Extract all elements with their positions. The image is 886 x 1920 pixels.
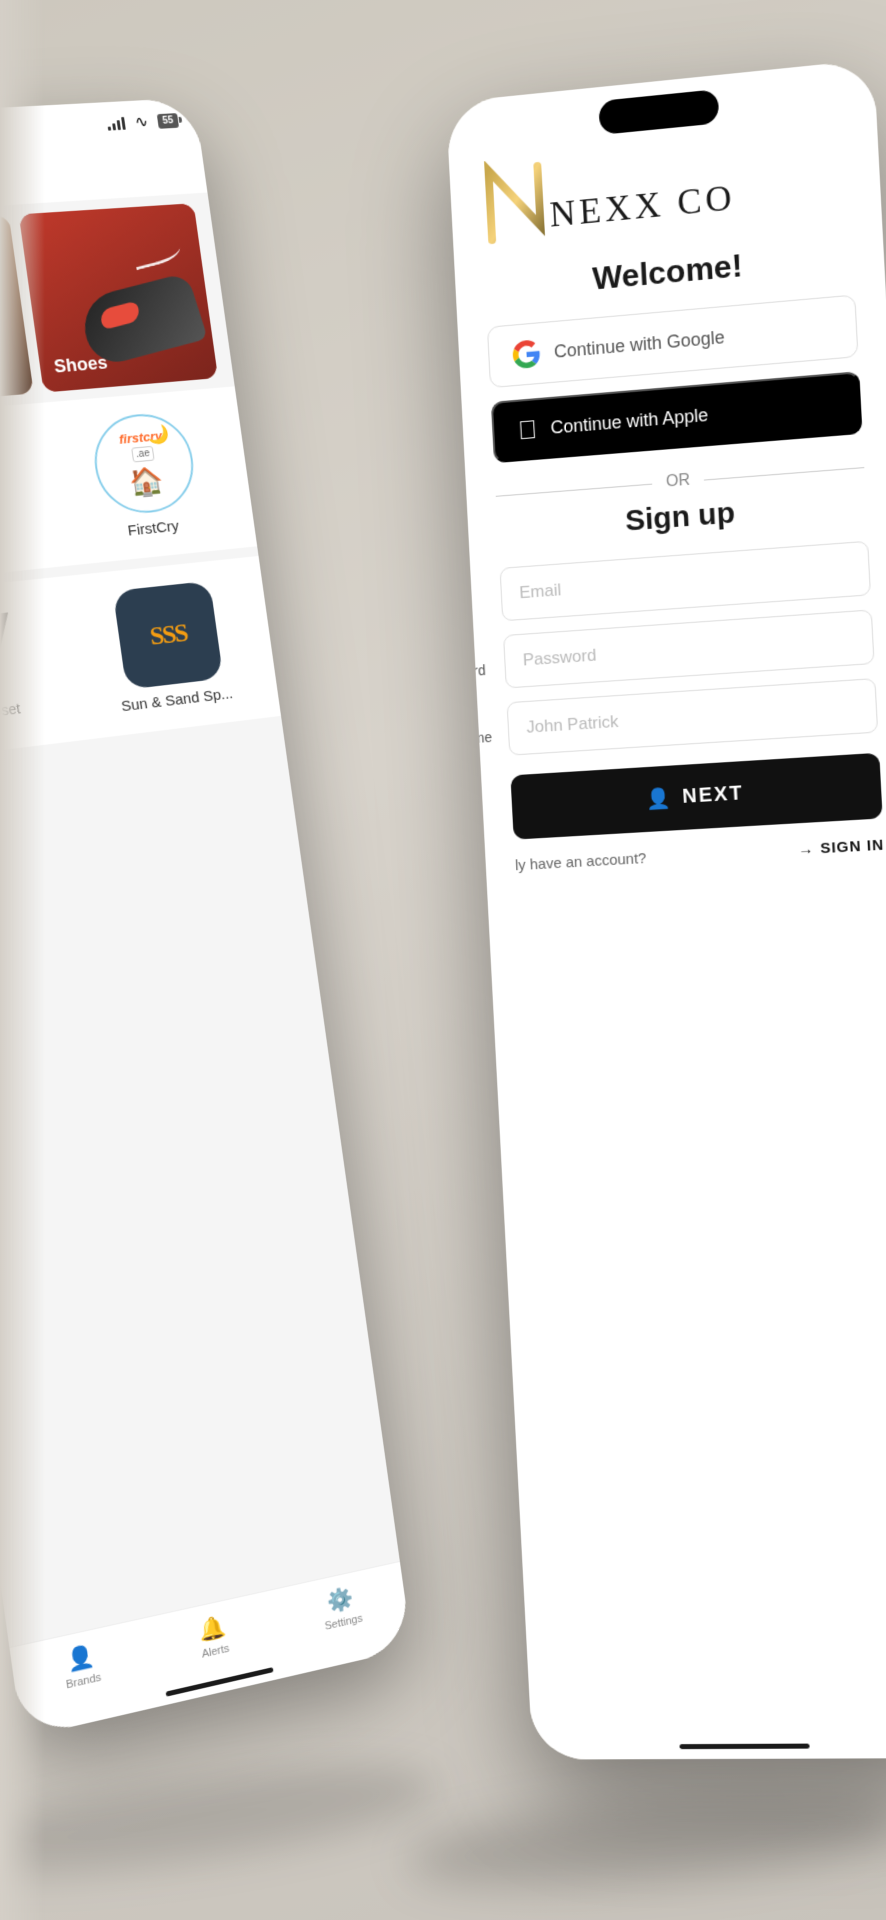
- person-icon: 👤: [65, 1642, 96, 1674]
- sss-logo-text: SSS: [148, 618, 188, 651]
- nav-alerts-label: Alerts: [201, 1643, 230, 1661]
- or-line-left: [496, 483, 652, 496]
- person-add-icon: 👤: [645, 786, 673, 813]
- brand-sss[interactable]: SSS Sun & Sand Sp...: [75, 577, 263, 719]
- battery-indicator: 55: [157, 113, 179, 129]
- signin-arrow-icon: →: [798, 840, 815, 858]
- google-icon: [512, 339, 541, 369]
- google-button-label: Continue with Google: [553, 327, 725, 363]
- brand-firstcry[interactable]: 🌙 firstcry .ae 🏠 FirstCry: [51, 407, 239, 546]
- bell-icon: 🔔: [197, 1613, 227, 1645]
- nav-item-alerts[interactable]: 🔔 Alerts: [145, 1602, 282, 1680]
- shoes-label: Shoes: [53, 353, 109, 378]
- signal-bars: [107, 116, 126, 130]
- firstcry-inner: 🌙 firstcry .ae 🏠: [91, 412, 198, 515]
- logo-text: NEXX CO: [547, 146, 736, 235]
- firstcry-circle: 🌙 firstcry .ae 🏠: [88, 410, 199, 517]
- left-edge-mask: [0, 0, 45, 1920]
- next-button-label: NEXT: [682, 782, 744, 809]
- signin-link[interactable]: → SIGN IN: [798, 837, 885, 859]
- signup-section: Sign up ord ame 👤 NEXT: [468, 484, 886, 841]
- apple-button-label: Continue with Apple: [550, 404, 709, 438]
- or-text: OR: [666, 472, 691, 492]
- moon-icon: 🌙: [146, 424, 171, 446]
- apple-signin-button[interactable]:  Continue with Apple: [491, 371, 863, 463]
- nav-brands-label: Brands: [65, 1671, 102, 1691]
- sss-name: Sun & Sand Sp...: [120, 685, 234, 715]
- logo-gold-letter: [478, 155, 551, 251]
- or-line-right: [704, 467, 864, 481]
- signin-label: SIGN IN: [820, 837, 885, 858]
- gold-n-svg: [478, 155, 551, 251]
- firstcry-name: FirstCry: [127, 518, 180, 540]
- sss-box: SSS: [113, 581, 224, 690]
- email-input[interactable]: [500, 541, 871, 622]
- nav-item-settings[interactable]: ⚙️ Settings: [275, 1574, 408, 1650]
- building-icon: 🏠: [127, 463, 165, 499]
- category-card-shoes[interactable]: Shoes: [19, 203, 218, 392]
- firstcry-ae: .ae: [131, 445, 154, 462]
- already-account-text: ly have an account?: [515, 850, 647, 874]
- gear-icon: ⚙️: [326, 1585, 356, 1616]
- home-indicator: [679, 1744, 809, 1750]
- apple-icon: : [517, 416, 537, 443]
- wifi-icon: ∿: [134, 112, 150, 132]
